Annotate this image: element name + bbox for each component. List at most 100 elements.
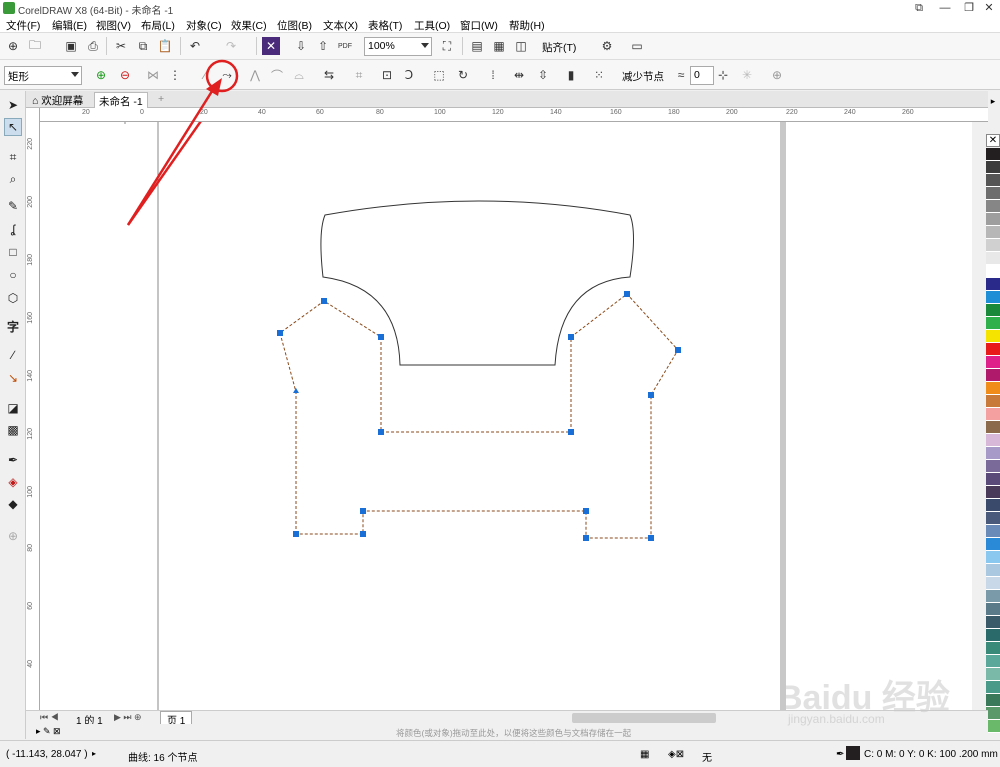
- node-handle[interactable]: [648, 535, 654, 541]
- color-swatch[interactable]: [986, 434, 1000, 447]
- color-swatch[interactable]: [986, 317, 1000, 330]
- palette-scroll-up-icon[interactable]: ▸: [986, 96, 1000, 108]
- rotate-nodes-icon[interactable]: ↻: [454, 66, 472, 84]
- import-icon[interactable]: ⇩: [292, 37, 310, 55]
- pick-tool-icon[interactable]: ➤: [4, 96, 22, 114]
- copy-icon[interactable]: ⧉: [134, 37, 152, 55]
- symmetrical-node-icon[interactable]: ⌓: [290, 66, 308, 84]
- color-swatch[interactable]: [986, 720, 1000, 733]
- new-document-icon[interactable]: ⊕: [4, 37, 22, 55]
- color-swatch[interactable]: [986, 304, 1000, 317]
- color-swatch[interactable]: [986, 408, 1000, 421]
- no-color-swatch[interactable]: ✕: [986, 134, 1000, 147]
- color-swatch[interactable]: [986, 590, 1000, 603]
- eyedropper-icon[interactable]: ▸ ✎ ⊠: [36, 726, 61, 737]
- vertical-ruler[interactable]: 220 200 180 160 140 120 100 80 60 40: [26, 108, 40, 710]
- color-swatch[interactable]: [986, 239, 1000, 252]
- color-swatch[interactable]: [986, 226, 1000, 239]
- color-swatch[interactable]: [986, 538, 1000, 551]
- shape-tool-icon[interactable]: ↖: [4, 118, 22, 136]
- full-screen-icon[interactable]: ⛶: [438, 37, 456, 55]
- window-restore-icon[interactable]: ⧉: [906, 0, 932, 16]
- export-icon[interactable]: ⇧: [314, 37, 332, 55]
- status-expand-icon[interactable]: ▸: [92, 749, 96, 758]
- page-last-icon[interactable]: ▶ ⏭ ⊕: [114, 712, 142, 723]
- color-swatch[interactable]: [986, 213, 1000, 226]
- color-swatch[interactable]: [986, 291, 1000, 304]
- menu-window[interactable]: 窗口(W): [460, 18, 498, 33]
- menu-view[interactable]: 视图(V): [96, 18, 131, 33]
- color-swatch[interactable]: [986, 512, 1000, 525]
- node-handle[interactable]: [583, 535, 589, 541]
- menu-layout[interactable]: 布局(L): [141, 18, 175, 33]
- add-tab-icon[interactable]: +: [154, 92, 168, 108]
- node-handle[interactable]: [583, 508, 589, 514]
- undo-icon[interactable]: ↶: [186, 37, 204, 55]
- horizontal-scrollbar[interactable]: [572, 713, 716, 723]
- color-swatch[interactable]: [986, 369, 1000, 382]
- menu-table[interactable]: 表格(T): [368, 18, 402, 33]
- color-swatch[interactable]: [986, 564, 1000, 577]
- publish-pdf-icon[interactable]: PDF: [336, 37, 354, 55]
- node-handle[interactable]: [675, 347, 681, 353]
- menu-text[interactable]: 文本(X): [323, 18, 358, 33]
- color-swatch[interactable]: [986, 148, 1000, 161]
- smooth-node-icon[interactable]: ⌒: [268, 66, 286, 84]
- join-nodes-icon[interactable]: ⋈: [144, 66, 162, 84]
- color-swatch[interactable]: [986, 161, 1000, 174]
- cusp-node-icon[interactable]: ⋀: [246, 66, 264, 84]
- add-node-icon[interactable]: ⊕: [92, 66, 110, 84]
- interactive-fill-tool-icon[interactable]: ◈: [4, 473, 22, 491]
- snap-to-dropdown[interactable]: 贴齐(T): [542, 40, 576, 55]
- curve-smoothness-input[interactable]: 0: [690, 66, 714, 85]
- print-icon[interactable]: ⎙: [84, 37, 102, 55]
- page-first-icon[interactable]: ⏮ ◀: [40, 712, 59, 723]
- node-handle[interactable]: [360, 531, 366, 537]
- reverse-direction-icon[interactable]: ⇆: [320, 66, 338, 84]
- node-handle[interactable]: [360, 508, 366, 514]
- selection-mode-select[interactable]: 矩形: [4, 66, 82, 85]
- polygon-tool-icon[interactable]: ⬡: [4, 289, 22, 307]
- mirror-vertical-icon[interactable]: ⇳: [534, 66, 552, 84]
- color-swatch[interactable]: [986, 616, 1000, 629]
- show-guidelines-icon[interactable]: ◫: [512, 37, 530, 55]
- curve-smoothness-slider-icon[interactable]: ⊹: [714, 66, 732, 84]
- redo-icon[interactable]: ↷: [222, 37, 240, 55]
- drop-shadow-tool-icon[interactable]: ◪: [4, 399, 22, 417]
- menu-bitmaps[interactable]: 位图(B): [277, 18, 312, 33]
- color-swatch[interactable]: [986, 499, 1000, 512]
- delete-node-icon[interactable]: ⊖: [116, 66, 134, 84]
- color-swatch[interactable]: [986, 395, 1000, 408]
- color-swatch[interactable]: [986, 382, 1000, 395]
- horizontal-ruler[interactable]: 4020020406080100120140160180200220240260: [26, 108, 988, 122]
- application-launcher-icon[interactable]: ▭: [628, 37, 646, 55]
- node-handle[interactable]: [378, 334, 384, 340]
- menu-edit[interactable]: 编辑(E): [52, 18, 87, 33]
- extend-curve-icon[interactable]: ⌗: [350, 66, 368, 84]
- save-icon[interactable]: ▣: [62, 37, 80, 55]
- rectangle-tool-icon[interactable]: □: [4, 243, 22, 261]
- color-swatch[interactable]: [986, 551, 1000, 564]
- transparency-tool-icon[interactable]: ▩: [4, 421, 22, 439]
- color-swatch[interactable]: [986, 486, 1000, 499]
- color-swatch[interactable]: [986, 577, 1000, 590]
- smart-fill-tool-icon[interactable]: ◆: [4, 495, 22, 513]
- selection-marquee-icon[interactable]: ✳: [738, 66, 756, 84]
- menu-tools[interactable]: 工具(O): [414, 18, 450, 33]
- color-swatch[interactable]: [986, 187, 1000, 200]
- color-swatch[interactable]: [986, 681, 1000, 694]
- close-curve-icon[interactable]: Ↄ: [400, 66, 418, 84]
- quick-customize-toolbox-icon[interactable]: ⊕: [4, 527, 22, 545]
- tab-document[interactable]: 未命名 -1: [94, 92, 148, 108]
- color-swatch[interactable]: [986, 421, 1000, 434]
- show-grid-icon[interactable]: ▦: [490, 37, 508, 55]
- align-nodes-icon[interactable]: ⁞: [484, 66, 502, 84]
- node-handle[interactable]: [378, 429, 384, 435]
- node-handle[interactable]: [321, 298, 327, 304]
- node-handle[interactable]: [293, 531, 299, 537]
- minimize-button[interactable]: —: [932, 0, 958, 16]
- color-swatch[interactable]: [986, 174, 1000, 187]
- text-tool-icon[interactable]: 字: [4, 317, 22, 335]
- sofa-cushion-shape[interactable]: [320, 200, 634, 366]
- zoom-level-select[interactable]: 100%: [364, 37, 432, 56]
